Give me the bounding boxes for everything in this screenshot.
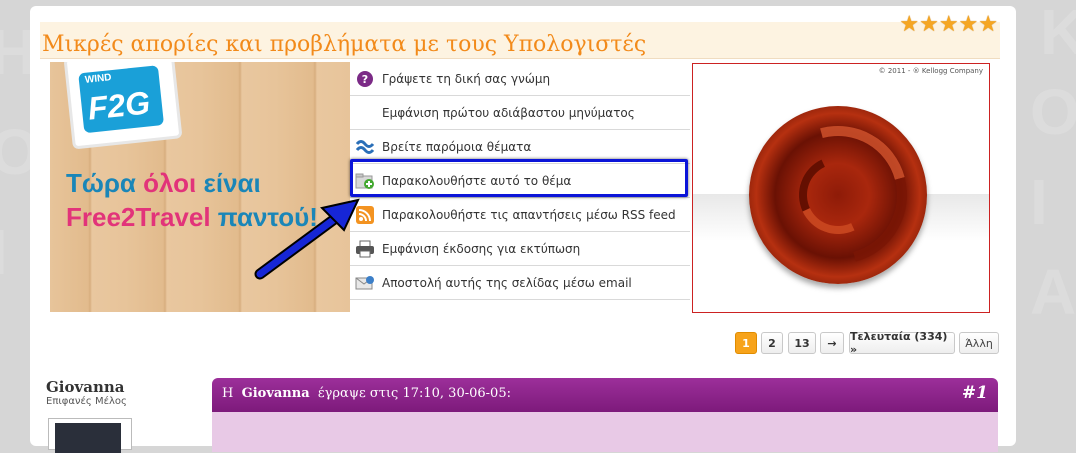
background-watermark: Α: [1030, 256, 1076, 328]
menu-item-print[interactable]: Εμφάνιση έκδοσης για εκτύπωση: [350, 232, 690, 266]
page-button-13[interactable]: 13: [788, 332, 816, 354]
ad-text-highlight: όλοι: [143, 168, 197, 198]
background-watermark: Κ: [1040, 0, 1076, 68]
similar-threads-icon: [354, 136, 376, 158]
rating-stars-icon[interactable]: ★★★★★: [899, 12, 998, 37]
f2g-logo-icon: WIND F2G: [78, 65, 165, 134]
menu-item-label: Γράψετε τη δική σας γνώμη: [382, 71, 551, 86]
menu-item-first-unread[interactable]: Εμφάνιση πρώτου αδιάβαστου μηνύματος: [350, 96, 690, 130]
avatar[interactable]: [48, 418, 132, 453]
post-header-author[interactable]: Giovanna: [242, 386, 310, 401]
go-to-page-button[interactable]: Άλλη: [959, 332, 999, 354]
annotation-arrow-icon: [254, 198, 360, 280]
blank-icon: [354, 102, 376, 124]
page-button-current[interactable]: 1: [735, 332, 757, 354]
svg-text:?: ?: [362, 73, 368, 86]
reply-icon: ?: [354, 68, 376, 90]
post-header-text: Η Giovanna έγραψε στις 17:10, 30-06-05:: [222, 386, 511, 401]
post-header: Η Giovanna έγραψε στις 17:10, 30-06-05: …: [212, 378, 998, 412]
post-header-date: έγραψε στις 17:10, 30-06-05:: [317, 386, 511, 401]
background-watermark: Ι: [0, 220, 8, 284]
kellogg-banner-ad[interactable]: © 2011 - ® Kellogg Company: [692, 63, 990, 313]
menu-item-label: Αποστολή αυτής της σελίδας μέσω email: [382, 275, 632, 290]
post-number-link[interactable]: #1: [962, 383, 988, 403]
ad-logo: F2G: [86, 84, 152, 127]
f2g-card: WIND F2G: [63, 62, 183, 150]
background-watermark: Ι: [1030, 166, 1048, 238]
ad-brand: WIND: [84, 72, 113, 86]
ad-text: Free2Travel: [66, 202, 218, 232]
ad-text: Τώρα: [66, 168, 144, 198]
background-watermark: Ο: [1030, 76, 1076, 148]
forum-page: Μικρές απορίες και προβλήματα με τους Υπ…: [30, 6, 1016, 453]
last-page-button[interactable]: Τελευταία (334) »: [849, 330, 955, 356]
annotation-highlight-box: [350, 159, 688, 197]
menu-item-reply[interactable]: ? Γράψετε τη δική σας γνώμη: [350, 62, 690, 96]
chocolate-ball-image: [743, 100, 933, 290]
poster-username[interactable]: Giovanna: [46, 378, 124, 396]
next-page-button[interactable]: →: [820, 332, 844, 354]
menu-item-label: Παρακολουθήστε τις απαντήσεις μέσω RSS f…: [382, 207, 676, 222]
thread-title: Μικρές απορίες και προβλήματα με τους Υπ…: [42, 32, 647, 57]
ad-headline-line1: Τώρα όλοι είναι: [66, 168, 261, 199]
avatar-image: [55, 423, 121, 453]
menu-item-label: Εμφάνιση πρώτου αδιάβαστου μηνύματος: [382, 105, 635, 120]
poster-rank: Επιφανές Μέλος: [46, 396, 127, 407]
menu-item-rss[interactable]: Παρακολουθήστε τις απαντήσεις μέσω RSS f…: [350, 198, 690, 232]
page-button-2[interactable]: 2: [761, 332, 783, 354]
menu-item-label: Βρείτε παρόμοια θέματα: [382, 139, 532, 154]
menu-item-email[interactable]: Αποστολή αυτής της σελίδας μέσω email: [350, 266, 690, 300]
menu-item-label: Εμφάνιση έκδοσης για εκτύπωση: [382, 241, 581, 256]
ad-copyright: © 2011 - ® Kellogg Company: [878, 67, 983, 75]
post-body: [212, 412, 998, 452]
post-header-prefix: Η: [222, 386, 234, 401]
